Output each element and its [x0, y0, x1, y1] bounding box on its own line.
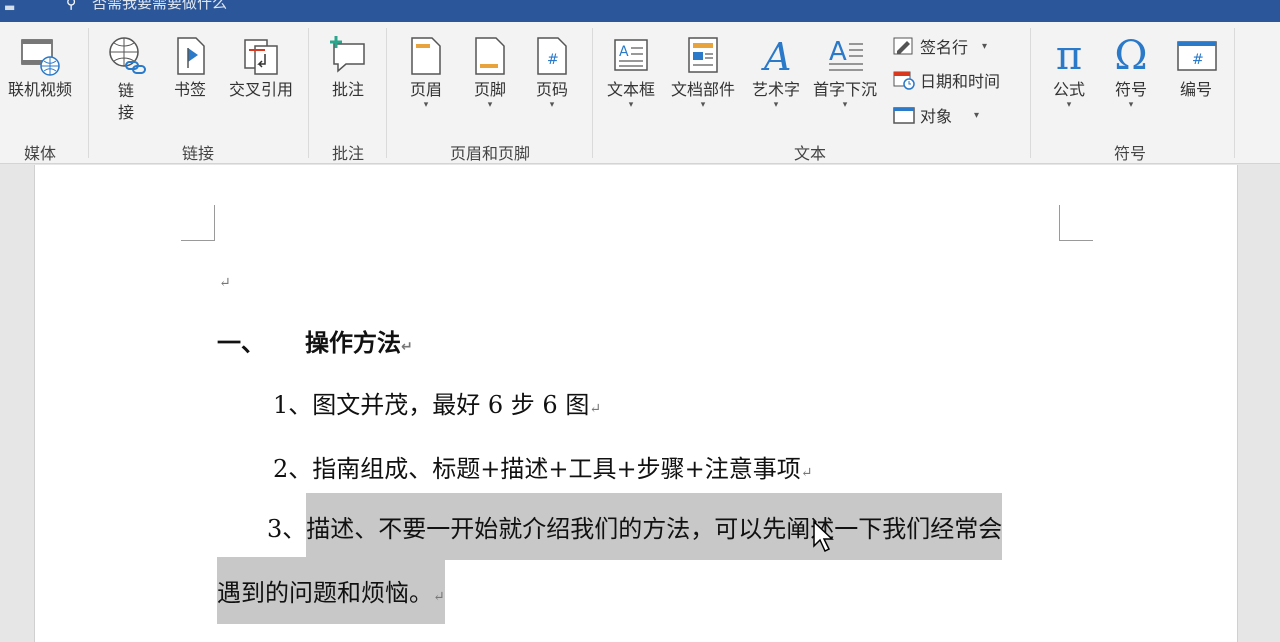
list-item-selected[interactable]: 3、描述、不要一开始就介绍我们的方法，可以先阐述一下我们经常会	[267, 493, 1003, 560]
group-label-text: 文本	[793, 144, 826, 163]
number-button[interactable]: # 编号	[1168, 34, 1224, 100]
chevron-down-icon: ▾	[423, 100, 429, 110]
comment-plus-icon	[330, 36, 365, 73]
margin-corner-left	[181, 205, 215, 241]
footer-button[interactable]: 页脚 ▾	[464, 34, 516, 110]
drop-cap-icon: A	[829, 37, 863, 71]
group-label-symbols: 符号	[1113, 144, 1146, 163]
empty-paragraph-mark: ↵	[219, 275, 231, 291]
number-icon: #	[1177, 41, 1217, 71]
object-button[interactable]: 对象 ▾	[892, 103, 979, 127]
chevron-down-icon: ▾	[974, 109, 980, 121]
heading-number: 一、	[217, 329, 265, 357]
chevron-down-icon: ▾	[628, 100, 634, 110]
symbol-button[interactable]: Ω 符号 ▾	[1104, 34, 1158, 110]
margin-corner-right	[1059, 205, 1093, 241]
drop-cap-button[interactable]: A 首字下沉 ▾	[808, 34, 882, 110]
omega-icon: Ω	[1114, 33, 1148, 79]
lightbulb-icon[interactable]: ⚲	[66, 0, 76, 12]
header-icon	[411, 37, 441, 75]
chevron-down-icon: ▾	[982, 40, 988, 52]
object-icon	[893, 107, 915, 124]
svg-text:A: A	[619, 44, 629, 60]
quick-parts-button[interactable]: 文档部件 ▾	[666, 34, 740, 110]
chevron-down-icon: ▾	[1066, 100, 1072, 110]
tell-me-search[interactable]: 否需我要需要做什么	[92, 0, 227, 13]
chevron-down-icon: ▾	[700, 100, 706, 110]
cross-reference-icon	[244, 39, 278, 75]
cross-reference-button[interactable]: 交叉引用	[222, 34, 300, 100]
group-divider	[88, 28, 89, 158]
group-label-comments: 批注	[331, 144, 364, 163]
header-button[interactable]: 页眉 ▾	[400, 34, 452, 110]
list-item-continuation[interactable]: 遇到的问题和烦恼。↵	[217, 557, 445, 624]
group-label-header-footer: 页眉和页脚	[449, 144, 530, 163]
selected-text[interactable]: 遇到的问题和烦恼。↵	[217, 557, 445, 624]
pi-icon: π	[1055, 33, 1083, 79]
wordart-icon: A	[761, 35, 791, 78]
svg-text:A: A	[761, 35, 791, 78]
wordart-button[interactable]: A 艺术字 ▾	[746, 34, 806, 110]
svg-text:A: A	[829, 37, 847, 67]
date-time-button[interactable]: 日期和时间	[892, 68, 1000, 92]
online-video-button[interactable]: 联机视频	[2, 34, 78, 100]
chevron-down-icon: ▾	[549, 100, 555, 110]
svg-text:#: #	[1192, 52, 1204, 68]
title-bar: ▬ ⚲ 否需我要需要做什么	[0, 0, 1280, 22]
group-divider	[308, 28, 309, 158]
document-page[interactable]: ↵ 一、 操作方法↵ 1、图文并茂，最好 6 步 6 图↵ 2、指南组成、标题+描…	[34, 165, 1238, 642]
globe-link-icon	[109, 37, 146, 74]
document-canvas[interactable]: ↵ 一、 操作方法↵ 1、图文并茂，最好 6 步 6 图↵ 2、指南组成、标题+描…	[0, 165, 1280, 642]
ribbon-insert: 联机视频 媒体 链接 书签 交叉引用 链接 批注 批注 页眉 ▾ 页脚 ▾ # …	[0, 22, 1280, 164]
group-label-links: 链接	[181, 144, 214, 163]
signature-icon	[893, 37, 913, 55]
heading-title: 操作方法	[305, 329, 401, 357]
link-button[interactable]: 链接	[100, 34, 152, 124]
quick-parts-icon	[688, 37, 718, 73]
page-number-icon: #	[537, 37, 567, 75]
list-item: 1、图文并茂，最好 6 步 6 图↵	[273, 391, 602, 419]
signature-line-button[interactable]: 签名行 ▾	[892, 34, 987, 58]
app-icon: ▬	[4, 0, 16, 14]
list-item: 2、指南组成、标题+描述+工具+步骤+注意事项↵	[273, 455, 813, 483]
heading-line: 一、 操作方法↵	[217, 329, 413, 357]
new-comment-button[interactable]: 批注	[320, 34, 376, 100]
textbox-button[interactable]: A 文本框 ▾	[600, 34, 662, 110]
bookmark-button[interactable]: 书签	[166, 34, 214, 100]
bookmark-icon	[177, 37, 205, 75]
equation-button[interactable]: π 公式 ▾	[1042, 34, 1096, 110]
footer-icon	[475, 37, 505, 75]
group-divider	[386, 28, 387, 158]
film-globe-icon	[21, 39, 60, 76]
chevron-down-icon: ▾	[773, 100, 779, 110]
svg-text:#: #	[547, 52, 559, 68]
group-divider	[592, 28, 593, 158]
group-divider	[1234, 28, 1235, 158]
chevron-down-icon: ▾	[487, 100, 493, 110]
page-number-button[interactable]: # 页码 ▾	[526, 34, 578, 110]
group-label-media: 媒体	[23, 144, 56, 163]
chevron-down-icon: ▾	[842, 100, 848, 110]
textbox-icon: A	[614, 39, 648, 71]
chevron-down-icon: ▾	[1128, 100, 1134, 110]
group-divider	[1030, 28, 1031, 158]
calendar-clock-icon	[893, 71, 915, 90]
selected-text[interactable]: 描述、不要一开始就介绍我们的方法，可以先阐述一下我们经常会	[306, 493, 1003, 560]
mouse-pointer-icon	[813, 520, 834, 553]
